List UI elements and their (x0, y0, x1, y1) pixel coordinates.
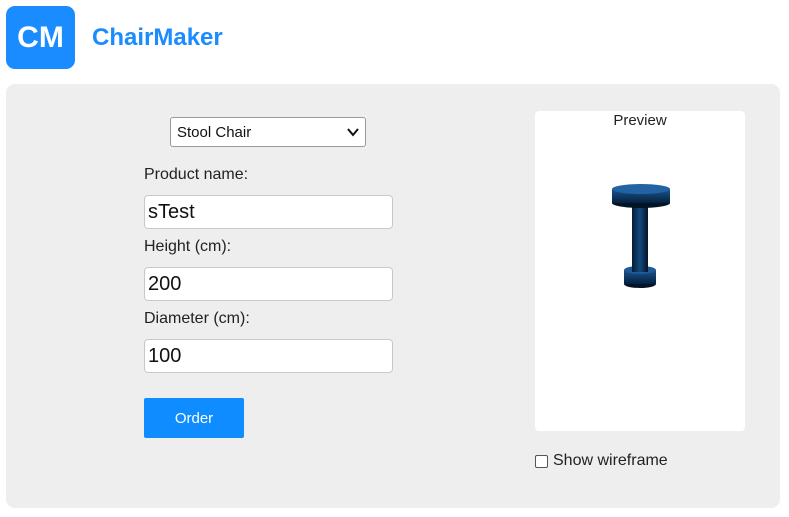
wireframe-checkbox[interactable] (535, 454, 548, 468)
stool-chair-model (612, 184, 670, 288)
product-name-value: sTest (148, 200, 195, 223)
order-button[interactable]: Order (144, 398, 244, 438)
preview-title: Preview (613, 112, 667, 129)
wireframe-label: Show wireframe (553, 452, 668, 469)
height-input[interactable]: 200 (144, 267, 393, 301)
logo: CM (6, 6, 75, 69)
chair-type-select[interactable]: Stool Chair (170, 117, 366, 147)
logo-text: CM (17, 20, 64, 54)
height-label: Height (cm): (144, 238, 232, 255)
brand-title: ChairMaker (92, 24, 223, 51)
product-name-input[interactable]: sTest (144, 195, 393, 229)
wireframe-toggle[interactable]: Show wireframe (535, 452, 668, 470)
product-name-label: Product name: (144, 166, 249, 183)
chevron-down-icon (347, 128, 359, 137)
diameter-input[interactable]: 100 (144, 339, 393, 373)
diameter-label: Diameter (cm): (144, 310, 250, 327)
order-button-label: Order (174, 409, 214, 427)
chair-type-value: Stool Chair (177, 123, 252, 141)
diameter-value: 100 (148, 344, 182, 367)
height-value: 200 (148, 272, 182, 295)
